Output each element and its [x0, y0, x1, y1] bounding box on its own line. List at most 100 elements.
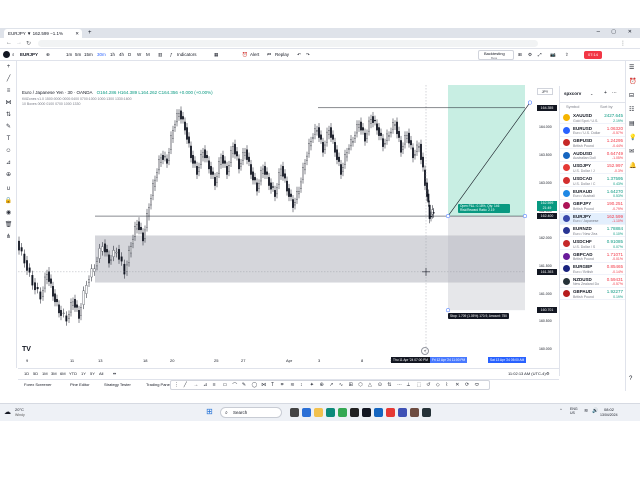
fib-icon[interactable]: ≡	[4, 87, 13, 96]
emoji-icon[interactable]: ☺	[4, 147, 13, 156]
time-label-end[interactable]: Sat 13 Apr '24 05:00 AM	[488, 357, 527, 363]
watchlist-icon[interactable]: ☰	[629, 64, 634, 71]
news-icon[interactable]: ☷	[629, 106, 634, 113]
chart-type-icon[interactable]: ▥	[158, 51, 162, 59]
interval-4h[interactable]: 4h	[119, 51, 124, 59]
interval-D[interactable]: D	[128, 51, 131, 59]
price-label-stop[interactable]: 160.701	[537, 307, 557, 314]
bottom-tab[interactable]: Pine Editor	[70, 382, 90, 387]
range-5y[interactable]: 5Y	[90, 371, 95, 376]
scroll-to-latest-icon[interactable]: »	[421, 347, 429, 355]
time-label-start[interactable]: Thu 11 Apr '24 07:00 PM	[391, 357, 430, 363]
weather-icon[interactable]: ☁	[4, 408, 11, 416]
draw-tool-icon[interactable]: ⊞	[349, 382, 353, 388]
volume-icon[interactable]: 🔊	[592, 408, 598, 414]
draw-tool-icon[interactable]: △	[368, 382, 372, 388]
watchlist-row[interactable]: USDCHF U.S. Dollar / S 0.91085 0.07%	[560, 238, 626, 250]
price-label-top[interactable]: 164.355	[537, 104, 557, 111]
chat-icon[interactable]: ✉	[629, 148, 634, 155]
range-all[interactable]: All	[99, 371, 103, 376]
draw-tool-icon[interactable]: ⋯	[397, 382, 402, 388]
app-icon[interactable]	[374, 408, 383, 417]
range-ytd[interactable]: YTD	[69, 371, 77, 376]
templates-icon[interactable]: ▦	[214, 51, 218, 59]
photos-icon[interactable]	[398, 408, 407, 417]
minimize-icon[interactable]: –	[597, 29, 600, 35]
alerts-icon[interactable]: ⏰	[629, 78, 636, 85]
interval-M[interactable]: M	[146, 51, 150, 59]
price-chart[interactable]: 9111318202527Apr3810	[18, 85, 555, 365]
draw-tool-icon[interactable]: ◇	[436, 382, 440, 388]
mail-icon[interactable]	[386, 408, 395, 417]
calendar-icon[interactable]: ▤	[629, 120, 635, 127]
watchlist-row[interactable]: AUDUSD Australian Doll 0.64749 -1.05%	[560, 150, 626, 162]
stop-label[interactable]: Stop: 1.709 (1.05%) 170.9, Amount: 750	[448, 313, 509, 320]
settings-gear-icon[interactable]: ⚙	[546, 371, 550, 376]
watchlist-row[interactable]: USDCAD U.S. Dollar / C 1.37595 0.43%	[560, 175, 626, 187]
tray-chevron-icon[interactable]: ^	[560, 407, 562, 412]
indicators-button[interactable]: Indicators	[177, 51, 197, 59]
column-symbol[interactable]: Symbol	[566, 104, 579, 109]
draw-tool-icon[interactable]: ⌗	[281, 382, 284, 388]
draw-tool-icon[interactable]: →	[193, 382, 198, 388]
interval-5m[interactable]: 5m	[75, 51, 81, 59]
draw-tool-icon[interactable]: ✦	[310, 382, 314, 388]
draw-tool-icon[interactable]: ≋	[290, 382, 294, 388]
ruler-icon[interactable]: ⊿	[4, 159, 13, 168]
watchlist-row[interactable]: EURGBP Euro / British 0.85465 -0.14%	[560, 263, 626, 276]
close-icon[interactable]: ✕	[75, 31, 79, 37]
chart-title[interactable]: Euro / Japanese Yen · 30 · OANDA	[22, 90, 92, 95]
prediction-icon[interactable]: ⇅	[4, 111, 13, 120]
tv-logo[interactable]: TV	[22, 346, 31, 353]
watchlist-row[interactable]: EURJPY Euro / Japanese 162.599 -1.10%	[560, 212, 626, 225]
interval-1m[interactable]: 1m	[66, 51, 72, 59]
price-badge[interactable]: 07:14	[584, 51, 602, 59]
range-1y[interactable]: 1Y	[81, 371, 86, 376]
watchlist-row[interactable]: NZDUSD New Zealand Do 0.59431 -0.57%	[560, 276, 626, 288]
taskbar-search[interactable]: ⌕ Search	[220, 407, 282, 418]
draw-tool-icon[interactable]: ▭	[223, 382, 228, 388]
chevron-down-icon[interactable]: ⌄	[590, 91, 593, 96]
replay-icon[interactable]: ⏮	[267, 51, 271, 59]
tray-time[interactable]: 08:02	[604, 407, 614, 412]
target-label[interactable]: Open P&L: 0.18%, Qty: 146 Risk/Reward Rat…	[458, 204, 510, 214]
draw-tool-icon[interactable]: ⇅	[387, 382, 391, 388]
draw-tool-icon[interactable]: ✎	[242, 382, 246, 388]
draw-tool-icon[interactable]: ⊙	[378, 382, 382, 388]
watchlist-row[interactable]: EURNZD Euro / New Zea 1.78884 0.10%	[560, 225, 626, 238]
date-range-icon[interactable]: ⇹	[113, 371, 116, 376]
draw-tool-icon[interactable]: ⬚	[417, 382, 422, 388]
interval-W[interactable]: W	[137, 51, 141, 59]
zoom-in-icon[interactable]: ⊕	[4, 171, 13, 180]
draw-tool-icon[interactable]: ✕	[455, 382, 459, 388]
crosshair-icon[interactable]: +	[4, 63, 13, 72]
redo-icon[interactable]: ↷	[306, 51, 310, 59]
watchlist-row[interactable]: GBPUSD British Pound 1.24295 -0.44%	[560, 137, 626, 150]
settings-icon[interactable]: ⚙	[528, 51, 532, 59]
draw-tool-icon[interactable]: ↕	[300, 382, 303, 388]
draw-tool-icon[interactable]: ◯	[252, 382, 258, 388]
watchlist-row[interactable]: GBPAUD British Pound 1.92277 0.19%	[560, 288, 626, 301]
draw-tool-icon[interactable]: ⌒	[232, 382, 237, 389]
back-icon[interactable]: ←	[6, 40, 12, 46]
line-handle[interactable]	[445, 308, 451, 313]
range-1d[interactable]: 1D	[24, 371, 29, 376]
range-1m[interactable]: 1M	[42, 371, 48, 376]
terminal-icon[interactable]	[422, 408, 431, 417]
draw-tool-icon[interactable]: ⟂	[407, 382, 410, 388]
watchlist-row[interactable]: GBPJPY British Pound 190.251 -0.79%	[560, 200, 626, 213]
bottom-tab[interactable]: Trading Panel	[146, 382, 171, 387]
watchlist-name[interactable]: spxcorv	[564, 91, 581, 96]
time-label-mid[interactable]: Fri 12 Apr '24 11:00 PM	[430, 357, 468, 363]
trash-icon[interactable]: 🗑	[4, 221, 13, 230]
interval-15m[interactable]: 15m	[84, 51, 93, 59]
draw-tool-icon[interactable]: ⊕	[320, 382, 324, 388]
more-icon[interactable]: ⋯	[612, 90, 617, 96]
watchlist-row[interactable]: GBPCAD British Pound 1.71071 -0.01%	[560, 251, 626, 263]
tradingview-icon[interactable]	[362, 408, 371, 417]
ideas-icon[interactable]: 💡	[629, 134, 636, 141]
brush-icon[interactable]: ✎	[4, 123, 13, 132]
forward-icon[interactable]: →	[16, 40, 22, 46]
line-handle[interactable]	[445, 214, 451, 219]
symbol-search-button[interactable]: EURJPY	[20, 51, 38, 59]
